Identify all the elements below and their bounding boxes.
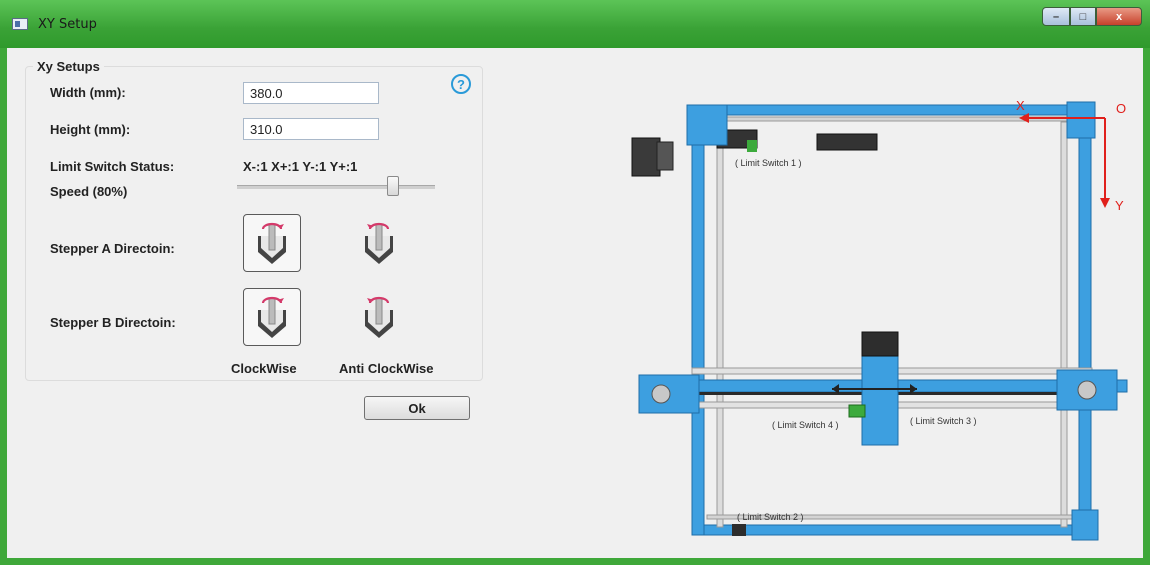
limit-switch-3-label: ( Limit Switch 3 ) <box>910 416 977 426</box>
limit-switch-4-label: ( Limit Switch 4 ) <box>772 420 839 430</box>
width-label: Width (mm): <box>50 85 126 100</box>
clockwise-label: ClockWise <box>231 361 297 376</box>
minimize-button[interactable]: – <box>1042 7 1070 26</box>
maximize-icon: □ <box>1079 10 1087 23</box>
stepper-a-anticlockwise-button[interactable] <box>350 214 408 272</box>
limit-switch-4 <box>848 404 866 418</box>
clockwise-motor-icon <box>258 222 286 264</box>
laser-head <box>861 331 899 357</box>
window-controls: – □ x <box>1042 7 1142 27</box>
height-label: Height (mm): <box>50 122 131 137</box>
group-title: Xy Setups <box>33 59 104 74</box>
help-icon[interactable]: ? <box>451 74 471 94</box>
limit-switch-2-label: ( Limit Switch 2 ) <box>737 512 804 522</box>
stepper-motor-x <box>631 137 661 177</box>
limit-switch-label: Limit Switch Status: <box>50 159 175 174</box>
bottom-rail <box>691 524 1093 536</box>
maximize-button[interactable]: □ <box>1070 7 1096 26</box>
limit-switch-1 <box>747 140 757 152</box>
stepper-b-clockwise-button[interactable] <box>243 288 301 346</box>
left-guide-rod <box>716 121 724 528</box>
xy-machine-diagram: X Y O ( Limit Switch 1 ) ( Limit Switch … <box>631 98 1128 541</box>
right-rail <box>1078 109 1092 536</box>
top-rail <box>691 104 1093 116</box>
stepper-b-anticlockwise-button[interactable] <box>350 288 408 346</box>
stepper-a-clockwise-button[interactable] <box>243 214 301 272</box>
y-axis-label: Y <box>1115 198 1124 213</box>
anticlockwise-motor-icon <box>365 222 393 264</box>
close-icon: x <box>1115 10 1123 23</box>
anticlockwise-label: Anti ClockWise <box>339 361 434 376</box>
window-title: XY Setup <box>38 17 97 32</box>
speed-slider-thumb[interactable] <box>387 176 399 196</box>
speed-slider-track[interactable] <box>237 185 435 189</box>
limit-switch-1-label: ( Limit Switch 1 ) <box>735 158 802 168</box>
anticlockwise-motor-icon <box>365 296 393 338</box>
limit-switch-status: X-:1 X+:1 Y-:1 Y+:1 <box>243 159 358 174</box>
clockwise-motor-icon <box>258 296 286 338</box>
speed-label: Speed (80%) <box>50 184 128 199</box>
left-pulley <box>651 384 671 404</box>
laser-carriage <box>861 354 899 446</box>
x-axis-label: X <box>1016 98 1025 113</box>
app-icon <box>12 18 28 30</box>
minimize-icon: – <box>1052 10 1060 23</box>
dialog-body: Xy Setups ? Width (mm): Height (mm): Lim… <box>7 48 1143 558</box>
stepper-b-label: Stepper B Directoin: <box>50 315 176 330</box>
xy-setup-window: XY Setup – □ x Xy Setups ? Width (mm): H… <box>0 0 1150 565</box>
origin-label: O <box>1116 101 1126 116</box>
stepper-a-label: Stepper A Directoin: <box>50 241 175 256</box>
right-guide-rod <box>1060 121 1068 528</box>
left-rail <box>691 109 705 536</box>
right-pulley <box>1077 380 1097 400</box>
width-input[interactable] <box>243 82 379 104</box>
ok-button[interactable]: Ok <box>364 396 470 420</box>
height-input[interactable] <box>243 118 379 140</box>
close-button[interactable]: x <box>1096 7 1142 26</box>
title-bar[interactable]: XY Setup – □ x <box>0 0 1150 48</box>
limit-switch-2 <box>732 524 746 536</box>
control-board <box>816 133 878 151</box>
